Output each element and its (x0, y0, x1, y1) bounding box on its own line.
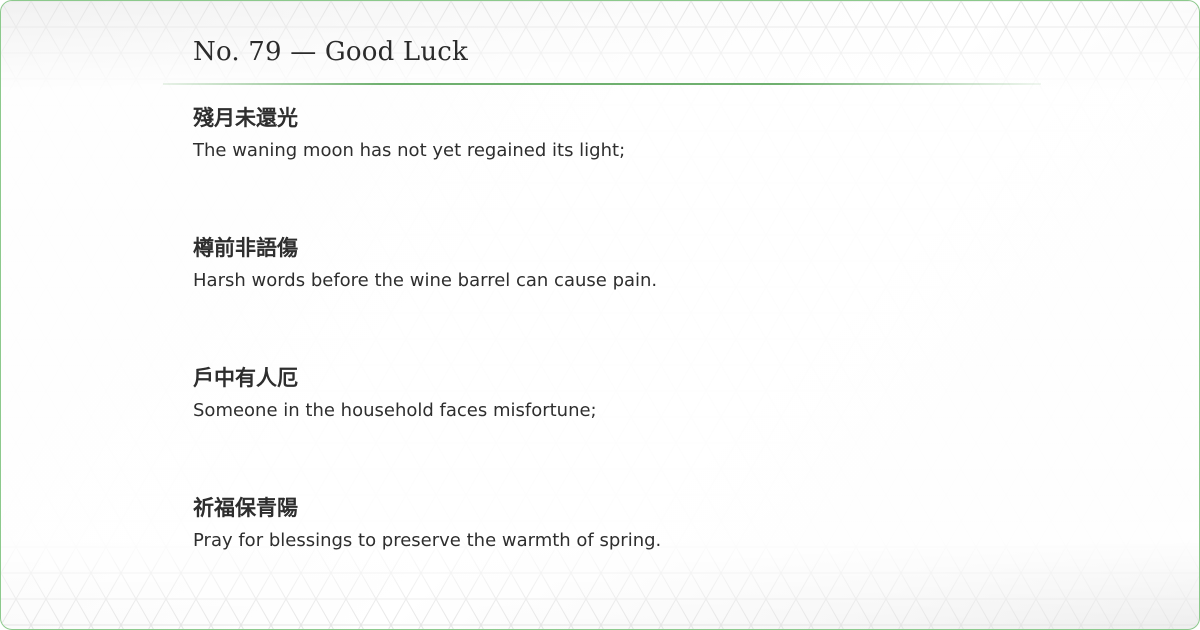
verse-translation: Someone in the household faces misfortun… (193, 400, 597, 421)
verse-translation: The waning moon has not yet regained its… (193, 140, 626, 161)
verse-translation: Harsh words before the wine barrel can c… (193, 270, 658, 291)
verse-2: 樽前非語傷 Harsh words before the wine barrel… (193, 234, 657, 294)
fortune-card: No. 79 — Good Luck 殘月未還光 The waning moon… (0, 0, 1200, 630)
verse-chinese: 殘月未還光 (193, 105, 298, 130)
verse-1: 殘月未還光 The waning moon has not yet regain… (193, 104, 625, 164)
verse-chinese: 祈福保青陽 (193, 495, 298, 520)
page-title: No. 79 — Good Luck (193, 37, 469, 67)
verse-translation: Pray for blessings to preserve the warmt… (193, 530, 662, 551)
verse-chinese: 樽前非語傷 (193, 235, 298, 260)
verse-4: 祈福保青陽 Pray for blessings to preserve the… (193, 494, 661, 554)
verse-3: 戶中有人厄 Someone in the household faces mis… (193, 364, 597, 424)
title-divider (163, 83, 1041, 85)
verse-chinese: 戶中有人厄 (193, 365, 298, 390)
